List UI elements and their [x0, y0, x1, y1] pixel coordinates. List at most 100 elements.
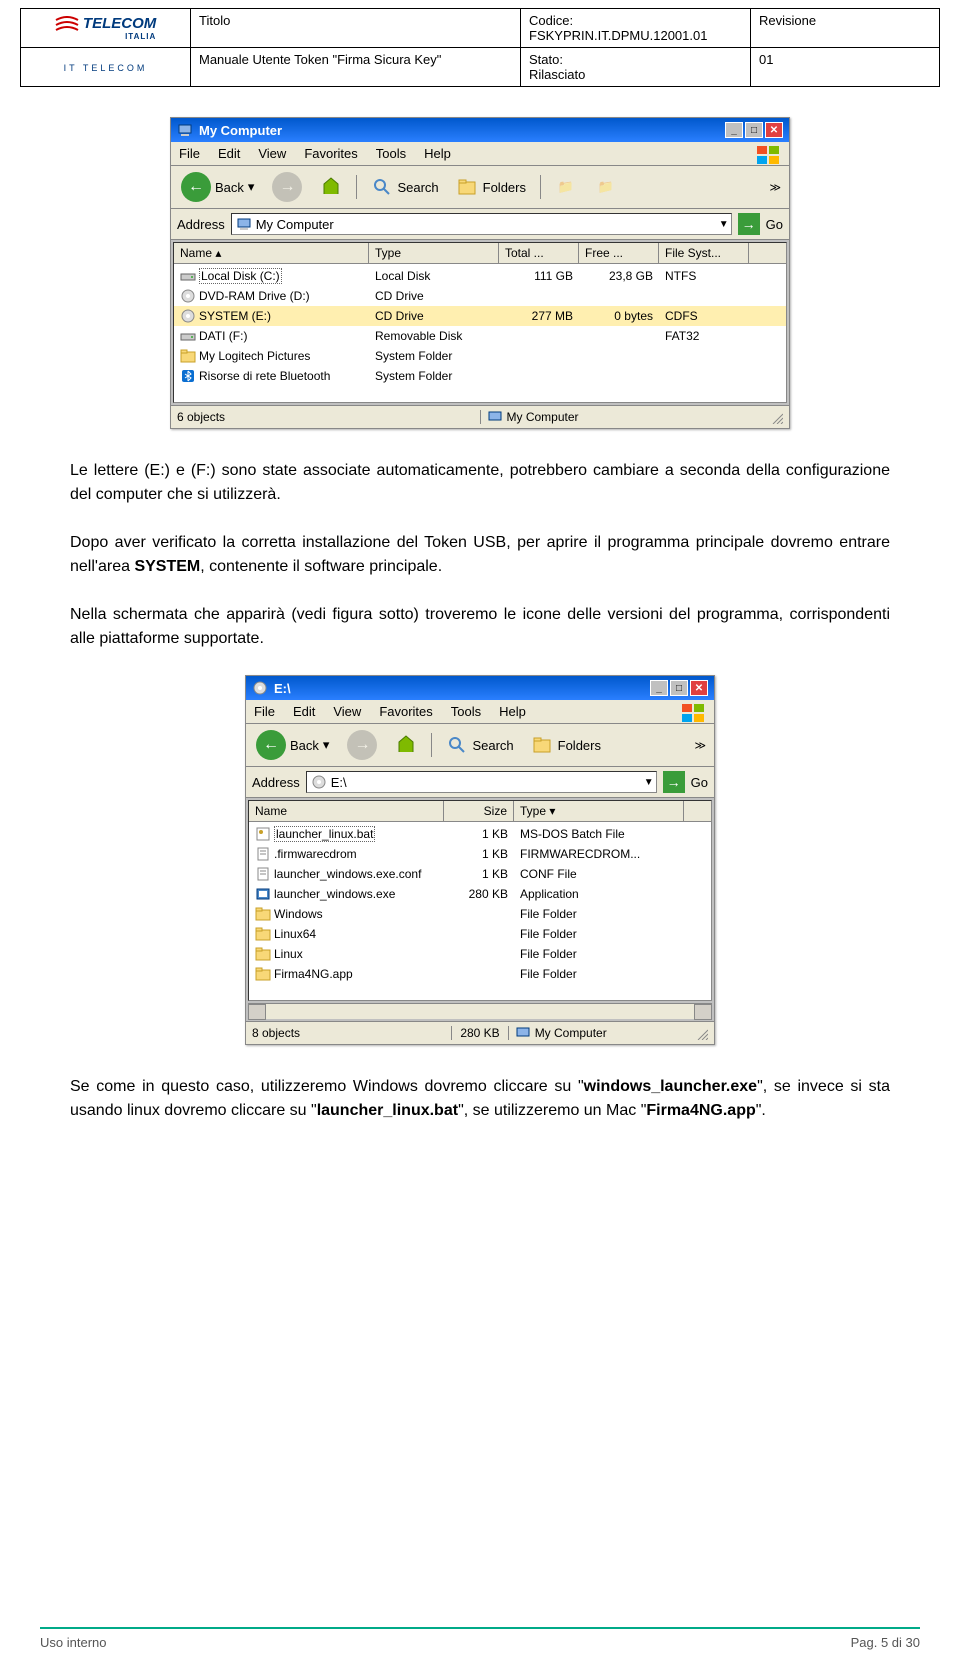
revisione-label: Revisione [751, 9, 851, 47]
maximize-button[interactable]: □ [745, 122, 763, 138]
bat-icon [255, 826, 271, 842]
resize-grip-icon[interactable] [694, 1026, 708, 1040]
chevron-icon[interactable]: ≫ [769, 181, 781, 194]
address-input[interactable]: My Computer ▼ [231, 213, 732, 235]
go-button[interactable]: → [738, 213, 760, 235]
col-type[interactable]: Type ▾ [514, 801, 684, 821]
maximize-button[interactable]: □ [670, 680, 688, 696]
my-computer-window: My Computer _ □ ✕ File Edit View Favorit… [170, 117, 790, 429]
horizontal-scrollbar[interactable] [248, 1003, 712, 1019]
folders-button[interactable]: Folders [528, 732, 605, 758]
drive-row[interactable]: DVD-RAM Drive (D:) CD Drive [174, 286, 786, 306]
file-row[interactable]: Linux64 File Folder [249, 924, 711, 944]
col-fs[interactable]: File Syst... [659, 243, 749, 263]
file-list: Name Size Type ▾ launcher_linux.bat 1 KB… [248, 800, 712, 1001]
close-button[interactable]: ✕ [690, 680, 708, 696]
computer-icon [515, 1025, 531, 1041]
window-title: My Computer [199, 123, 282, 138]
up-button[interactable] [316, 174, 346, 200]
col-type[interactable]: Type [369, 243, 499, 263]
titlebar[interactable]: E:\ _ □ ✕ [246, 676, 714, 700]
col-total[interactable]: Total ... [499, 243, 579, 263]
drive-list: Name ▴ Type Total ... Free ... File Syst… [173, 242, 787, 403]
search-button[interactable]: Search [367, 174, 442, 200]
menu-view[interactable]: View [333, 704, 361, 719]
menu-favorites[interactable]: Favorites [379, 704, 432, 719]
col-name[interactable]: Name ▴ [174, 243, 369, 263]
file-row[interactable]: launcher_windows.exe 280 KB Application [249, 884, 711, 904]
status-location: My Computer [535, 1026, 607, 1040]
windows-flag-icon [680, 702, 708, 724]
file-icon [255, 846, 271, 862]
folders-button[interactable]: Folders [453, 174, 530, 200]
folder-icon [180, 348, 196, 364]
folder-icon [255, 966, 271, 982]
move-button[interactable]: 📁 [551, 174, 581, 200]
codice-cell: Codice: FSKYPRIN.IT.DPMU.12001.01 [521, 9, 751, 47]
forward-button[interactable]: → [268, 170, 306, 204]
menu-help[interactable]: Help [424, 146, 451, 161]
menubar: File Edit View Favorites Tools Help [171, 142, 789, 166]
file-row[interactable]: Windows File Folder [249, 904, 711, 924]
back-button[interactable]: ←Back ▾ [252, 728, 333, 762]
menu-edit[interactable]: Edit [218, 146, 240, 161]
status-size: 280 KB [452, 1026, 508, 1040]
file-icon [255, 866, 271, 882]
close-button[interactable]: ✕ [765, 122, 783, 138]
address-label: Address [252, 775, 300, 790]
it-telecom-label: IT TELECOM [64, 63, 148, 73]
folder-icon [255, 946, 271, 962]
stato-cell: Stato: Rilasciato [521, 48, 751, 86]
drive-row[interactable]: My Logitech Pictures System Folder [174, 346, 786, 366]
col-free[interactable]: Free ... [579, 243, 659, 263]
toolbar: ←Back ▾ → Search Folders ≫ [246, 724, 714, 767]
file-row[interactable]: Firma4NG.app File Folder [249, 964, 711, 984]
minimize-button[interactable]: _ [650, 680, 668, 696]
status-objects: 6 objects [177, 410, 481, 424]
hdd-icon [180, 268, 196, 284]
col-name[interactable]: Name [249, 801, 444, 821]
folder-icon [255, 926, 271, 942]
resize-grip-icon[interactable] [769, 410, 783, 424]
file-row[interactable]: Linux File Folder [249, 944, 711, 964]
file-row[interactable]: .firmwarecdrom 1 KB FIRMWARECDROM... [249, 844, 711, 864]
back-button[interactable]: ←Back ▾ [177, 170, 258, 204]
revisione-value: 01 [751, 48, 851, 86]
file-row[interactable]: launcher_windows.exe.conf 1 KB CONF File [249, 864, 711, 884]
paragraph-1: Le lettere (E:) e (F:) sono state associ… [70, 459, 890, 507]
menu-tools[interactable]: Tools [376, 146, 406, 161]
menu-tools[interactable]: Tools [451, 704, 481, 719]
go-button[interactable]: → [663, 771, 685, 793]
drive-row[interactable]: Risorse di rete Bluetooth System Folder [174, 366, 786, 386]
col-size[interactable]: Size [444, 801, 514, 821]
menu-help[interactable]: Help [499, 704, 526, 719]
address-bar: Address E:\ ▼ → Go [246, 767, 714, 798]
menu-view[interactable]: View [258, 146, 286, 161]
paragraph-4: Se come in questo caso, utilizzeremo Win… [70, 1075, 890, 1123]
file-row[interactable]: launcher_linux.bat 1 KB MS-DOS Batch Fil… [249, 824, 711, 844]
paragraph-2: Dopo aver verificato la corretta install… [70, 531, 890, 579]
search-button[interactable]: Search [442, 732, 517, 758]
drive-row[interactable]: SYSTEM (E:) CD Drive 277 MB 0 bytes CDFS [174, 306, 786, 326]
chevron-icon[interactable]: ≫ [694, 739, 706, 752]
address-input[interactable]: E:\ ▼ [306, 771, 657, 793]
titlebar[interactable]: My Computer _ □ ✕ [171, 118, 789, 142]
go-label: Go [691, 775, 708, 790]
up-button[interactable] [391, 732, 421, 758]
page-footer: Uso interno Pag. 5 di 30 [40, 1627, 920, 1650]
exe-icon [255, 886, 271, 902]
minimize-button[interactable]: _ [725, 122, 743, 138]
footer-left: Uso interno [40, 1635, 106, 1650]
computer-icon [487, 409, 503, 425]
windows-flag-icon [755, 144, 783, 166]
drive-row[interactable]: DATI (F:) Removable Disk FAT32 [174, 326, 786, 346]
menu-edit[interactable]: Edit [293, 704, 315, 719]
forward-button[interactable]: → [343, 728, 381, 762]
menu-file[interactable]: File [179, 146, 200, 161]
copy-button[interactable]: 📁 [591, 174, 621, 200]
address-label: Address [177, 217, 225, 232]
menu-file[interactable]: File [254, 704, 275, 719]
menu-favorites[interactable]: Favorites [304, 146, 357, 161]
drive-row[interactable]: Local Disk (C:) Local Disk 111 GB 23,8 G… [174, 266, 786, 286]
window-title: E:\ [274, 681, 291, 696]
